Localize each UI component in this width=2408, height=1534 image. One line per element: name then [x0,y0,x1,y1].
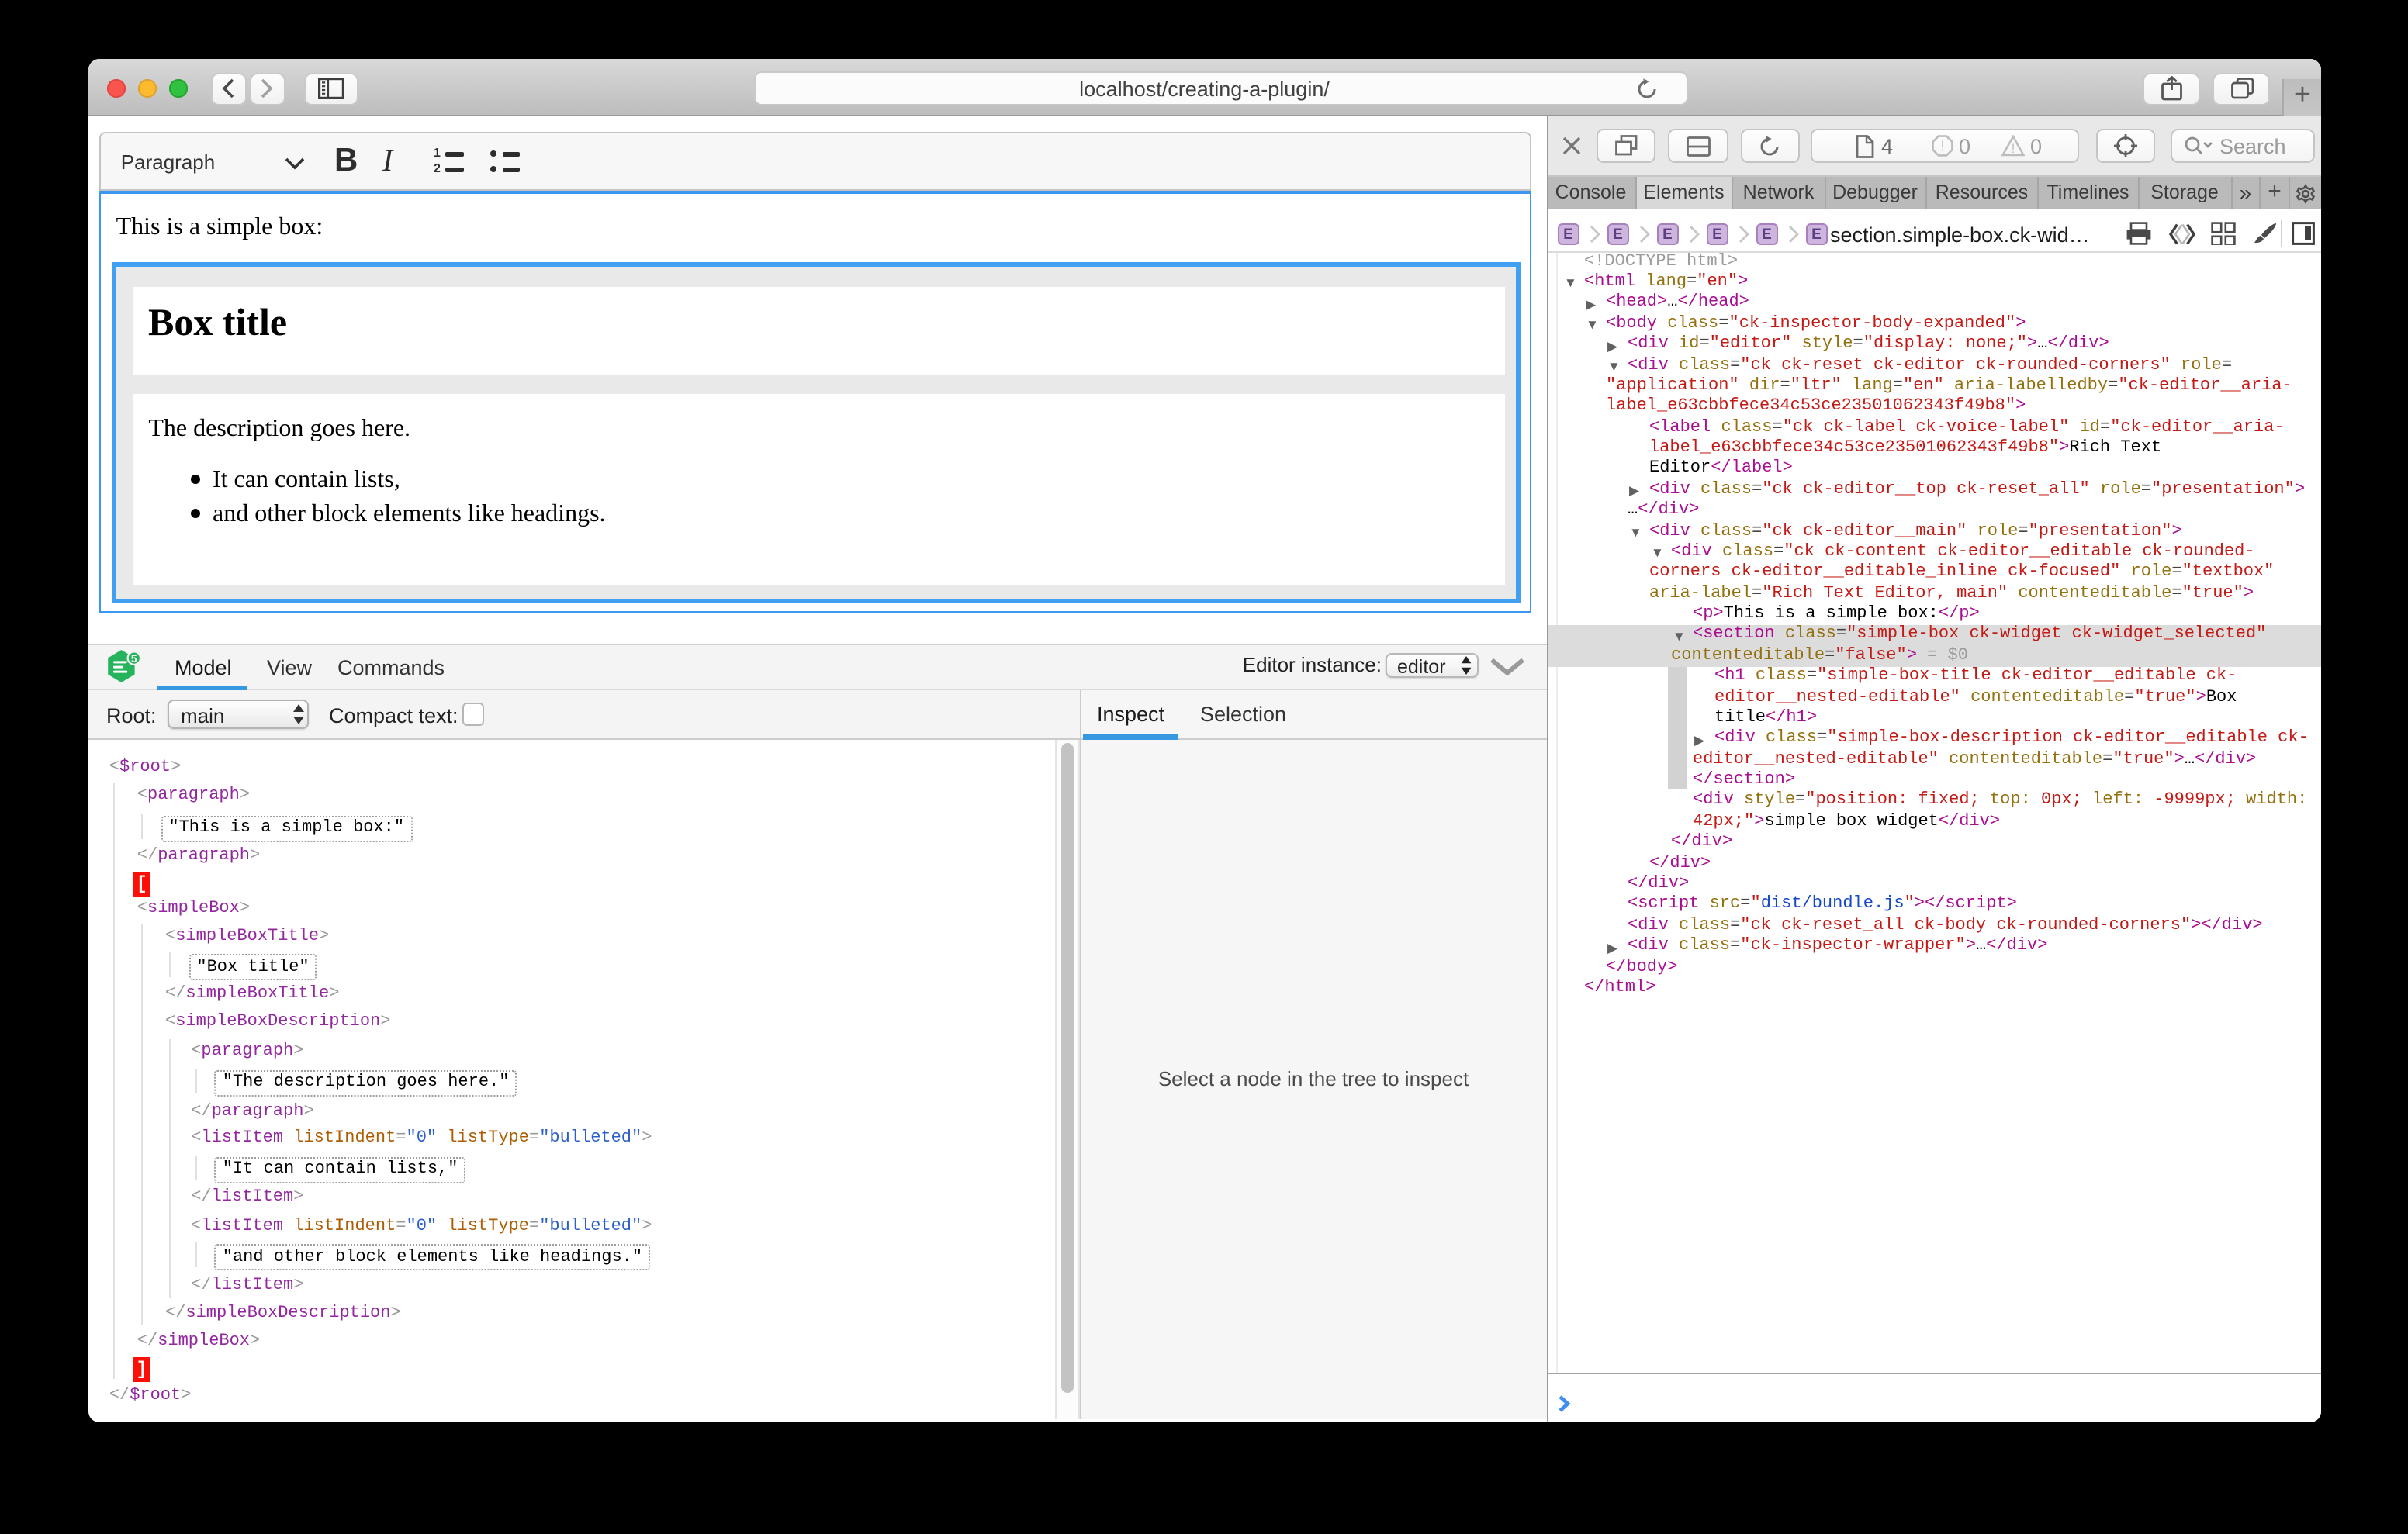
svg-text:5: 5 [130,652,137,665]
svg-text:!: ! [2011,140,2015,155]
svg-text:!: ! [1940,138,1944,154]
